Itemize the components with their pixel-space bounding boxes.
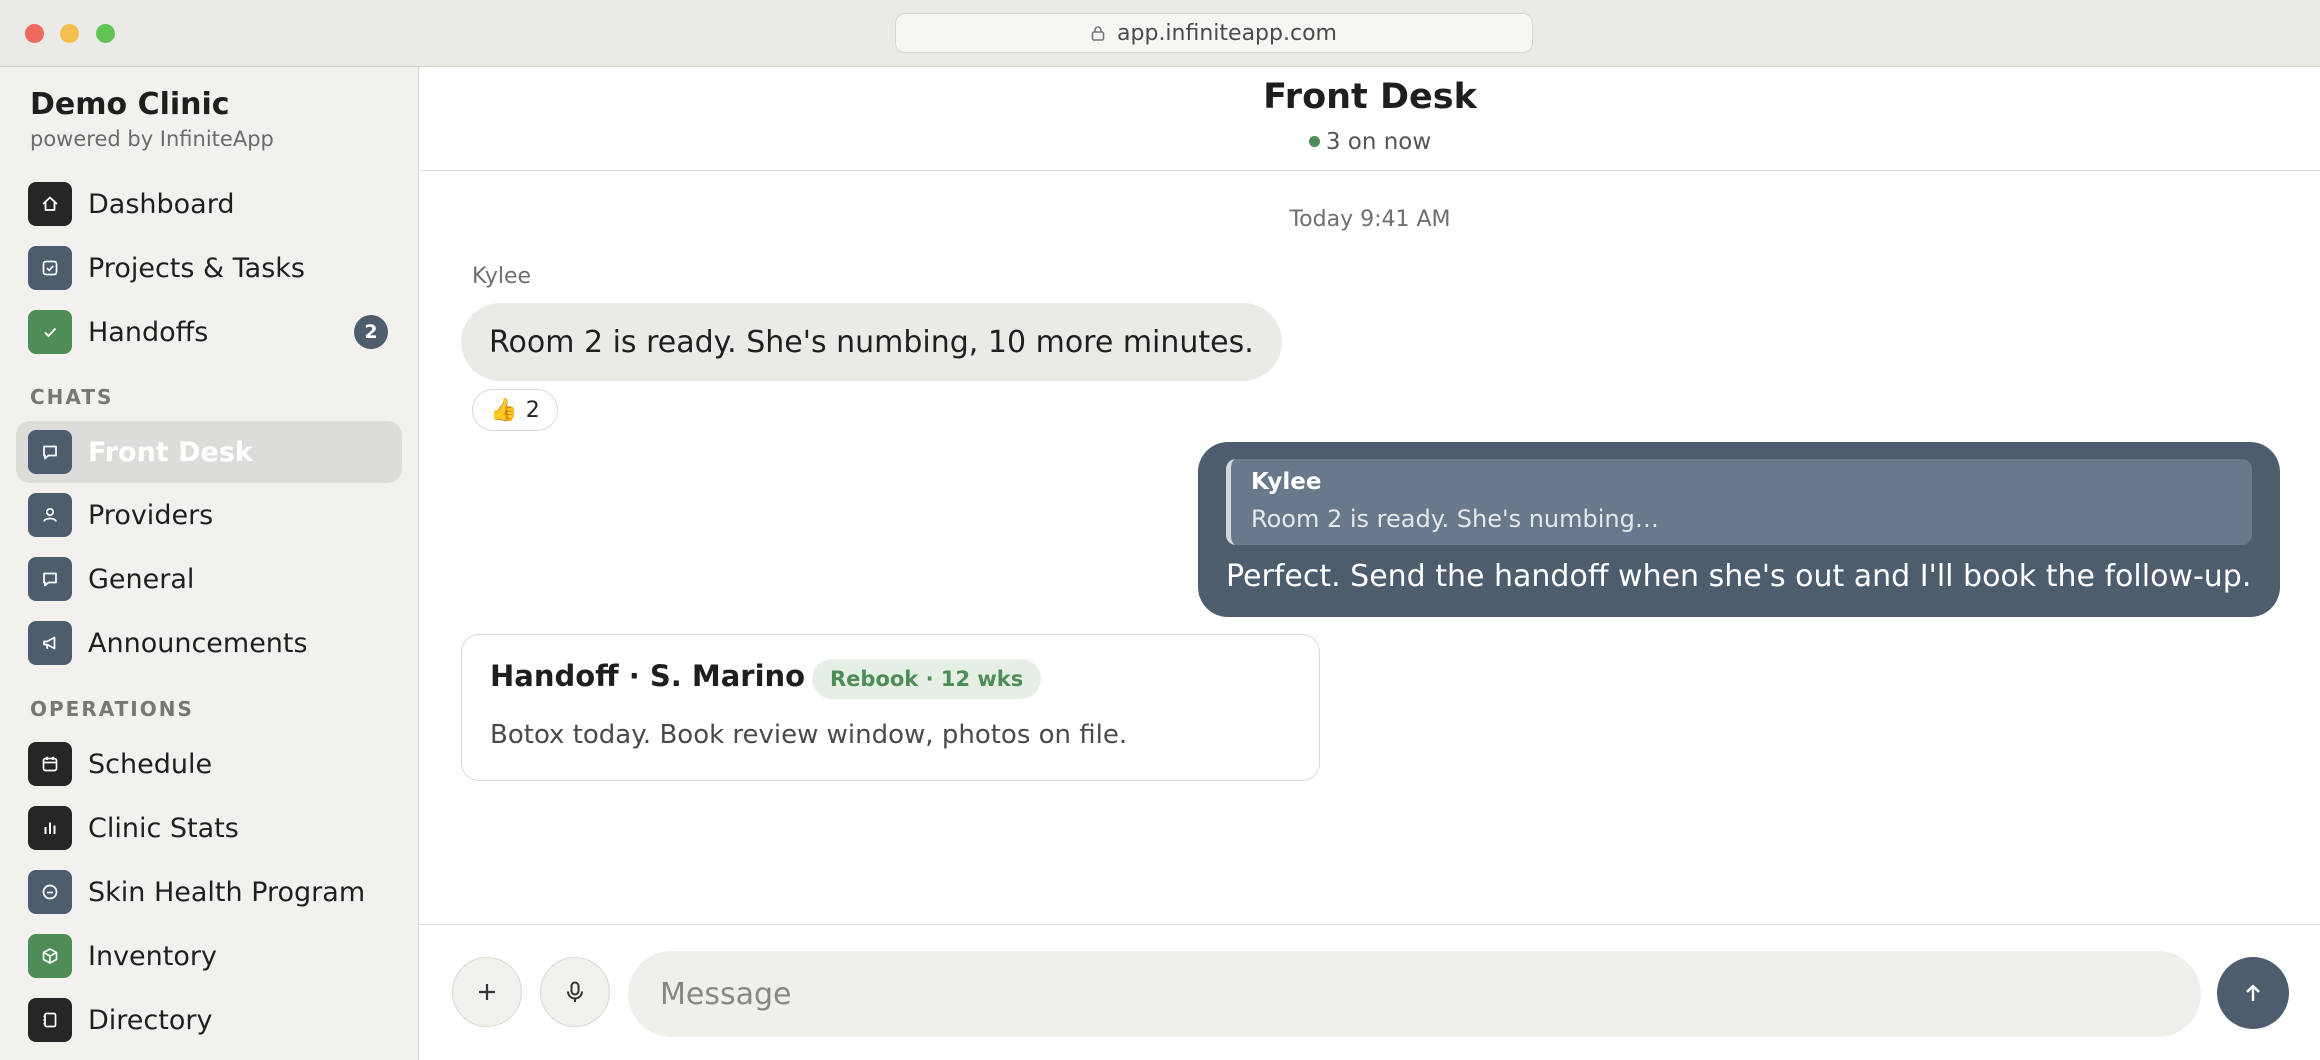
sidebar-item-label: Providers bbox=[88, 499, 214, 531]
chat-panel: Front Desk 3 on now Today 9:41 AM Kylee … bbox=[420, 67, 2320, 1060]
presence-indicator: 3 on now bbox=[420, 129, 2320, 155]
rebook-tag: Rebook · 12 wks bbox=[812, 659, 1042, 699]
sidebar-item-label: Projects & Tasks bbox=[88, 252, 306, 284]
sidebar-item-label: Skin Health Program bbox=[88, 876, 366, 908]
sidebar-item-clinic-stats[interactable]: Clinic Stats bbox=[16, 797, 402, 859]
sidebar-item-announcements[interactable]: Announcements bbox=[16, 612, 402, 674]
sidebar-item-directory[interactable]: Directory bbox=[16, 989, 402, 1051]
handoffs-count-badge: 2 bbox=[354, 315, 388, 349]
incoming-message-bubble[interactable]: Room 2 is ready. She's numbing, 10 more … bbox=[461, 303, 1282, 381]
microphone-icon bbox=[567, 981, 583, 1002]
sidebar-item-projects-tasks[interactable]: Projects & Tasks bbox=[16, 237, 402, 299]
sidebar-item-front-desk[interactable]: Front Desk bbox=[16, 421, 402, 483]
sidebar-item-dashboard[interactable]: Dashboard bbox=[16, 173, 402, 235]
message-timestamp: Today 9:41 AM bbox=[1289, 207, 1451, 232]
plus-icon bbox=[479, 984, 495, 1000]
lock-icon bbox=[1091, 26, 1105, 41]
sidebar-item-label: Schedule bbox=[88, 748, 213, 780]
handoff-body: Botox today. Book review window, photos … bbox=[490, 720, 1128, 750]
chats-section-label: CHATS bbox=[30, 385, 114, 409]
add-attachment-button[interactable] bbox=[452, 957, 522, 1027]
sidebar-item-label: Front Desk bbox=[88, 436, 253, 468]
message-text: Room 2 is ready. She's numbing, 10 more … bbox=[489, 324, 1254, 360]
chat-bubble-icon bbox=[28, 430, 72, 474]
bar-chart-icon bbox=[28, 806, 72, 850]
voice-input-button[interactable] bbox=[540, 957, 610, 1027]
url-text: app.infiniteapp.com bbox=[1117, 20, 1337, 46]
brand-tagline: powered by InfiniteApp bbox=[30, 127, 274, 151]
handoff-card[interactable]: Handoff · S. Marino Rebook · 12 wks Boto… bbox=[461, 634, 1320, 781]
quote-author: Kylee bbox=[1251, 469, 1322, 495]
sidebar-item-label: Announcements bbox=[88, 627, 308, 659]
sidebar-item-label: Dashboard bbox=[88, 188, 235, 220]
presence-text: 3 on now bbox=[1325, 129, 1432, 155]
maximize-window-button[interactable] bbox=[96, 24, 115, 43]
minimize-window-button[interactable] bbox=[60, 24, 79, 43]
megaphone-icon bbox=[28, 621, 72, 665]
sidebar-item-label: Directory bbox=[88, 1004, 213, 1036]
outgoing-message-bubble[interactable]: Kylee Room 2 is ready. She's numbing… Pe… bbox=[1198, 442, 2280, 617]
sidebar-item-general[interactable]: General bbox=[16, 548, 402, 610]
close-window-button[interactable] bbox=[25, 24, 44, 43]
checkbox-icon bbox=[28, 246, 72, 290]
book-icon bbox=[28, 998, 72, 1042]
quoted-reply[interactable]: Kylee Room 2 is ready. She's numbing… bbox=[1226, 459, 2252, 545]
browser-titlebar: app.infiniteapp.com bbox=[0, 0, 2320, 67]
reaction-chip[interactable]: 👍 2 bbox=[472, 389, 558, 431]
chat-title: Front Desk bbox=[1263, 77, 1477, 117]
quote-text: Room 2 is ready. She's numbing… bbox=[1251, 505, 1659, 533]
sidebar-item-schedule[interactable]: Schedule bbox=[16, 733, 402, 795]
smile-icon bbox=[28, 870, 72, 914]
sidebar-item-label: Inventory bbox=[88, 940, 217, 972]
send-button[interactable] bbox=[2217, 957, 2289, 1029]
message-sender: Kylee bbox=[472, 264, 532, 289]
box-icon bbox=[28, 934, 72, 978]
online-dot-icon bbox=[1308, 136, 1320, 147]
sidebar: Demo Clinic powered by InfiniteApp Dashb… bbox=[0, 67, 419, 1060]
sidebar-item-skin-health-program[interactable]: Skin Health Program bbox=[16, 861, 402, 923]
person-icon bbox=[28, 493, 72, 537]
arrow-up-icon bbox=[2246, 984, 2260, 1001]
address-bar[interactable]: app.infiniteapp.com bbox=[895, 13, 1533, 53]
sidebar-item-label: Clinic Stats bbox=[88, 812, 239, 844]
thumbs-up-icon: 👍 bbox=[490, 397, 518, 423]
message-input[interactable] bbox=[628, 951, 2201, 1037]
chat-bubble-icon bbox=[28, 557, 72, 601]
brand-name: Demo Clinic bbox=[30, 87, 230, 122]
handoff-title: Handoff · S. Marino bbox=[490, 659, 806, 693]
chat-header: Front Desk 3 on now bbox=[420, 67, 2320, 171]
reaction-count: 2 bbox=[525, 397, 540, 423]
check-icon bbox=[28, 310, 72, 354]
operations-section-label: OPERATIONS bbox=[30, 697, 194, 721]
calendar-icon bbox=[28, 742, 72, 786]
message-composer bbox=[420, 924, 2320, 1060]
sidebar-item-label: General bbox=[88, 563, 195, 595]
sidebar-item-label: Handoffs bbox=[88, 316, 209, 348]
sidebar-item-handoffs[interactable]: Handoffs 2 bbox=[16, 301, 402, 363]
message-text: Perfect. Send the handoff when she's out… bbox=[1226, 559, 2252, 594]
home-icon bbox=[28, 182, 72, 226]
sidebar-item-inventory[interactable]: Inventory bbox=[16, 925, 402, 987]
sidebar-item-providers[interactable]: Providers bbox=[16, 484, 402, 546]
